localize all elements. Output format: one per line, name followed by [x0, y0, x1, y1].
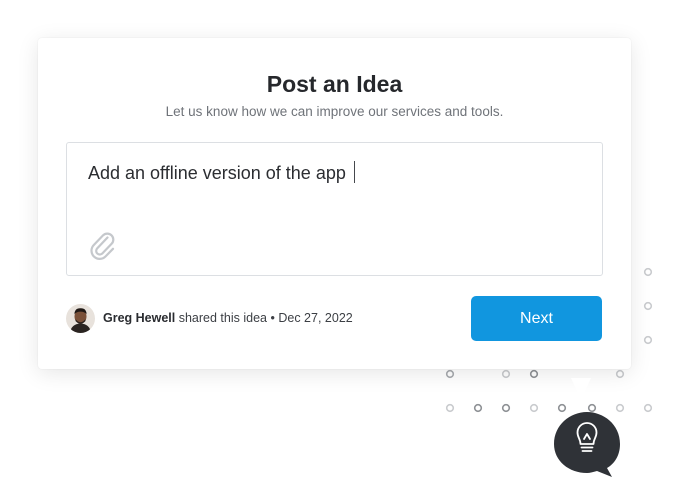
- text-caret: [353, 161, 355, 183]
- idea-input-text[interactable]: Add an offline version of the app: [88, 161, 355, 184]
- page-title: Post an Idea: [266, 71, 403, 97]
- idea-input[interactable]: Add an offline version of the app: [66, 142, 603, 276]
- page-subtitle: Let us know how we can improve our servi…: [165, 104, 504, 119]
- author-info: Greg Hewell shared this idea • Dec 27, 2…: [66, 304, 386, 334]
- idea-input-value: Add an offline version of the app: [88, 163, 346, 183]
- separator-dot: •: [270, 311, 275, 325]
- author-name[interactable]: Greg Hewell: [103, 311, 175, 325]
- share-action-text: shared this idea: [178, 311, 267, 325]
- share-date: Dec 27, 2022: [278, 311, 353, 325]
- share-info: Greg Hewell shared this idea • Dec 27, 2…: [103, 311, 353, 325]
- next-button[interactable]: Next: [471, 296, 602, 341]
- idea-bubble[interactable]: [553, 378, 623, 478]
- post-idea-card: Post an Idea Let us know how we can impr…: [38, 38, 631, 369]
- paperclip-icon[interactable]: [87, 229, 119, 261]
- avatar[interactable]: [66, 304, 95, 333]
